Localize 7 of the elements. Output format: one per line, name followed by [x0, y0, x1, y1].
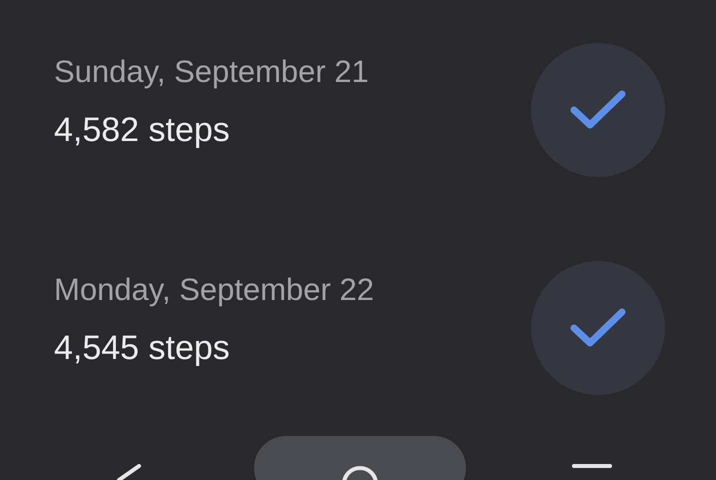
checkmark-icon [570, 90, 626, 130]
checkmark-icon [570, 308, 626, 348]
search-icon [340, 464, 380, 480]
step-count: 4,545 steps [54, 328, 231, 368]
step-count: 4,582 steps [54, 110, 231, 150]
day-date: Sunday, September 21 [54, 54, 369, 90]
day-date: Monday, September 22 [54, 272, 374, 308]
